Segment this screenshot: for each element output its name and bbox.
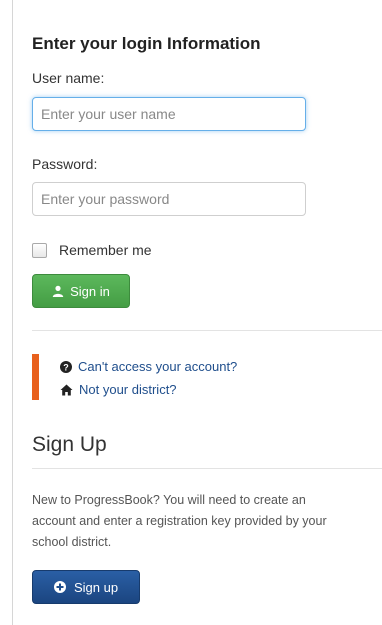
sign-up-button[interactable]: Sign up bbox=[32, 570, 140, 604]
question-circle-icon: ? bbox=[60, 360, 72, 373]
sign-up-title: Sign Up bbox=[32, 433, 107, 456]
username-label: User name: bbox=[32, 70, 105, 86]
not-your-district-link[interactable]: Not your district? bbox=[60, 382, 177, 397]
sign-up-label: Sign up bbox=[73, 579, 119, 595]
sign-up-description: New to ProgressBook? You will need to cr… bbox=[32, 493, 327, 549]
plus-circle-icon bbox=[53, 581, 66, 593]
cant-access-account-link[interactable]: ? Can't access your account? bbox=[60, 359, 237, 374]
not-your-district-label: Not your district? bbox=[79, 382, 177, 397]
svg-text:?: ? bbox=[63, 362, 69, 372]
cant-access-account-label: Can't access your account? bbox=[78, 359, 238, 374]
login-title: Enter your login Information bbox=[32, 34, 261, 53]
help-accent-bar bbox=[32, 354, 39, 400]
user-icon bbox=[52, 285, 64, 297]
sign-up-divider bbox=[32, 468, 382, 469]
left-divider bbox=[12, 0, 13, 625]
home-icon bbox=[60, 384, 73, 395]
section-divider bbox=[32, 330, 382, 331]
sign-in-label: Sign in bbox=[70, 283, 110, 299]
remember-me[interactable]: Remember me bbox=[32, 242, 152, 258]
remember-me-checkbox[interactable] bbox=[32, 242, 47, 258]
remember-me-label: Remember me bbox=[59, 242, 152, 258]
password-input[interactable] bbox=[32, 182, 306, 216]
sign-in-button[interactable]: Sign in bbox=[32, 274, 130, 308]
password-label: Password: bbox=[32, 156, 98, 172]
username-input[interactable] bbox=[32, 97, 306, 131]
